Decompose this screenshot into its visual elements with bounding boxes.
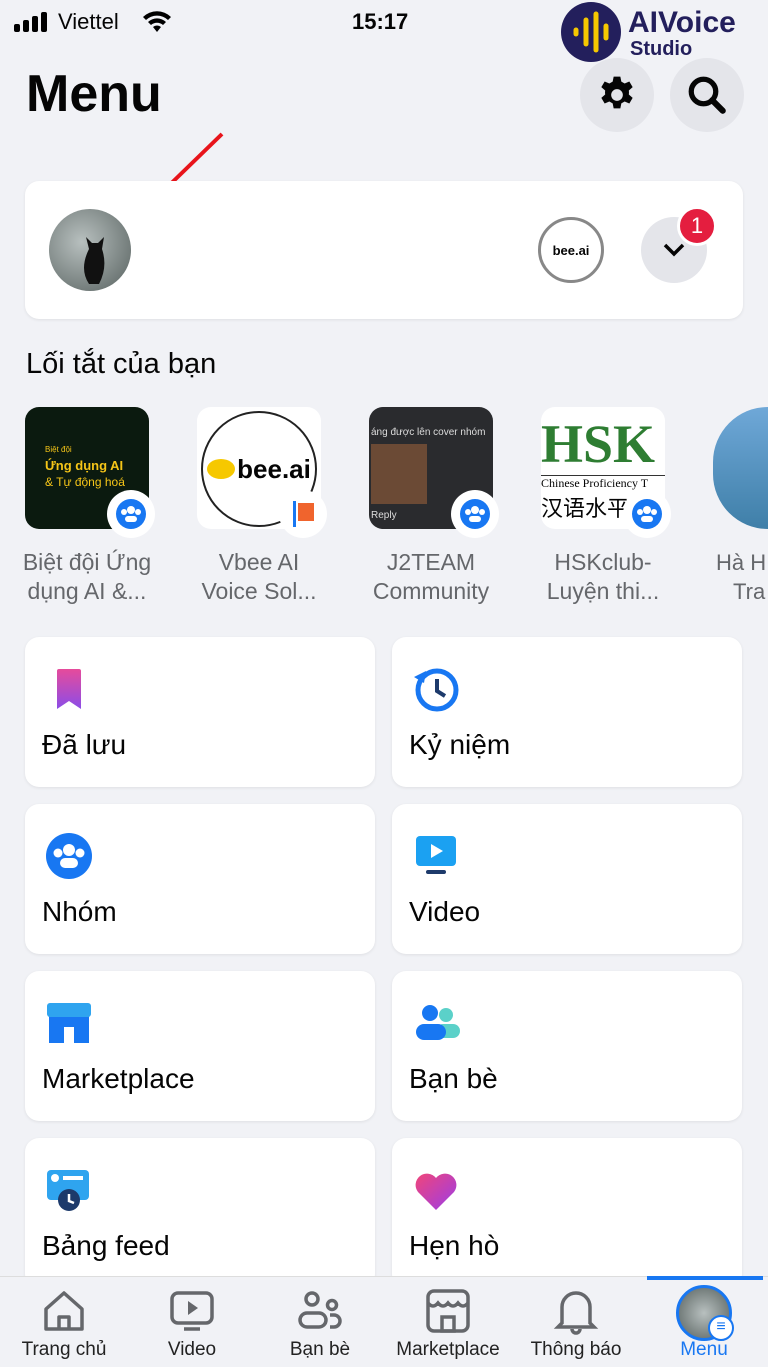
label-line: Biệt đội Ứng xyxy=(22,549,152,575)
nav-menu[interactable]: ≡ Menu xyxy=(640,1277,768,1367)
nav-notifications[interactable]: Thông báo xyxy=(512,1277,640,1367)
flag-icon xyxy=(279,490,327,538)
label-line: Tra xyxy=(733,579,766,604)
carrier: Viettel xyxy=(58,9,119,34)
group-icon xyxy=(623,490,671,538)
memories-clock-icon xyxy=(414,668,459,712)
group-icon xyxy=(107,490,155,538)
label-line: Community xyxy=(372,578,490,604)
menu-item-saved[interactable]: Đã lưu xyxy=(25,637,375,787)
label-line: Voice Sol... xyxy=(201,578,317,604)
meme-image xyxy=(371,444,427,504)
shortcut-label[interactable]: HSKclub- Luyện thi... xyxy=(523,548,683,606)
menu-lines-icon: ≡ xyxy=(708,1315,734,1341)
watermark-text: AIVoice xyxy=(628,6,736,39)
friends-icon xyxy=(416,1005,460,1040)
menu-item-friends[interactable]: Bạn bè xyxy=(392,971,742,1121)
menu-item-dating[interactable]: Hẹn hò xyxy=(392,1138,742,1288)
nav-label: Trang chủ xyxy=(21,1339,107,1360)
menu-item-label: Video xyxy=(409,896,481,927)
shortcuts-title: Lối tắt của bạn xyxy=(26,348,217,380)
label-line: HSKclub- xyxy=(554,549,652,575)
profile-card[interactable]: bee.ai 1 xyxy=(25,181,743,319)
label-line: Hà H xyxy=(716,550,767,575)
thumb-text: Ứng dụng AI xyxy=(45,458,124,473)
clock: 15:17 xyxy=(352,9,409,34)
nav-home[interactable]: Trang chủ xyxy=(0,1277,128,1367)
label-line: Luyện thi... xyxy=(546,578,660,604)
shortcut-label[interactable]: Vbee AI Voice Sol... xyxy=(179,548,339,606)
marketplace-icon xyxy=(426,1289,470,1333)
dating-heart-icon xyxy=(415,1173,457,1210)
thumb-text: Biệt đội xyxy=(45,445,72,454)
nav-label: Video xyxy=(167,1339,217,1360)
thumb-text: bee.ai xyxy=(237,453,311,484)
shortcut-label[interactable]: Biệt đội Ứng dụng AI &... xyxy=(7,548,167,606)
friends-icon xyxy=(298,1291,342,1329)
shortcut-label[interactable]: J2TEAM Community xyxy=(351,548,511,606)
thumb-text: HSK xyxy=(541,414,656,474)
page-title: Menu xyxy=(26,65,162,123)
menu-item-label: Bạn bè xyxy=(409,1063,498,1094)
search-icon xyxy=(688,76,726,114)
cat-avatar-image xyxy=(84,237,105,284)
search-button[interactable] xyxy=(670,58,744,132)
nav-friends[interactable]: Bạn bè xyxy=(256,1277,384,1367)
thumb-text: & Tự động hoá xyxy=(45,475,125,489)
menu-item-label: Đã lưu xyxy=(42,729,127,760)
menu-item-label: Bảng feed xyxy=(42,1230,170,1261)
aivoice-logo xyxy=(561,2,621,62)
marketplace-icon xyxy=(47,1003,91,1043)
feeds-icon xyxy=(47,1170,89,1211)
group-icon xyxy=(451,490,499,538)
nav-marketplace[interactable]: Marketplace xyxy=(384,1277,512,1367)
signal-icon xyxy=(14,12,47,32)
video-icon xyxy=(416,836,456,874)
menu-item-video[interactable]: Video xyxy=(392,804,742,954)
nav-label: Bạn bè xyxy=(289,1339,351,1360)
shortcut-tile[interactable] xyxy=(713,407,768,529)
home-icon xyxy=(44,1291,84,1331)
menu-item-label: Kỷ niệm xyxy=(409,729,511,760)
nav-label: Marketplace xyxy=(396,1339,500,1360)
video-icon xyxy=(170,1291,214,1331)
bell-icon xyxy=(553,1291,599,1335)
page-logo: bee.ai xyxy=(552,242,590,258)
groups-icon xyxy=(46,833,92,879)
bookmark-icon xyxy=(57,669,81,709)
avatar[interactable] xyxy=(49,209,131,291)
gear-icon xyxy=(601,76,633,109)
menu-item-label: Marketplace xyxy=(42,1063,195,1094)
chevron-down-icon xyxy=(663,243,685,257)
notification-badge: 1 xyxy=(677,206,717,246)
menu-item-label: Nhóm xyxy=(42,896,117,927)
menu-item-feeds[interactable]: Bảng feed xyxy=(25,1138,375,1288)
nav-label: Menu xyxy=(680,1339,728,1360)
label-line: dụng AI &... xyxy=(27,578,147,604)
menu-item-label: Hẹn hò xyxy=(409,1230,500,1261)
thumb-text: áng được lên cover nhóm xyxy=(371,427,486,438)
settings-button[interactable] xyxy=(580,58,654,132)
label-line: Vbee AI xyxy=(218,549,300,575)
label-line: J2TEAM xyxy=(386,549,476,575)
nav-label: Thông báo xyxy=(530,1339,622,1360)
watermark-text: Studio xyxy=(630,38,693,60)
menu-item-groups[interactable]: Nhóm xyxy=(25,804,375,954)
menu-item-memories[interactable]: Kỷ niệm xyxy=(392,637,742,787)
switch-profile-button[interactable]: bee.ai xyxy=(538,217,604,283)
menu-item-marketplace[interactable]: Marketplace xyxy=(25,971,375,1121)
wifi-icon xyxy=(143,11,171,32)
bottom-nav: Trang chủ Video Bạn bè Marketplace Thông… xyxy=(0,1276,768,1366)
shortcut-label[interactable]: Hà H Tra xyxy=(716,548,768,606)
nav-video[interactable]: Video xyxy=(128,1277,256,1367)
thumb-text: Chinese Proficiency T xyxy=(541,475,665,491)
